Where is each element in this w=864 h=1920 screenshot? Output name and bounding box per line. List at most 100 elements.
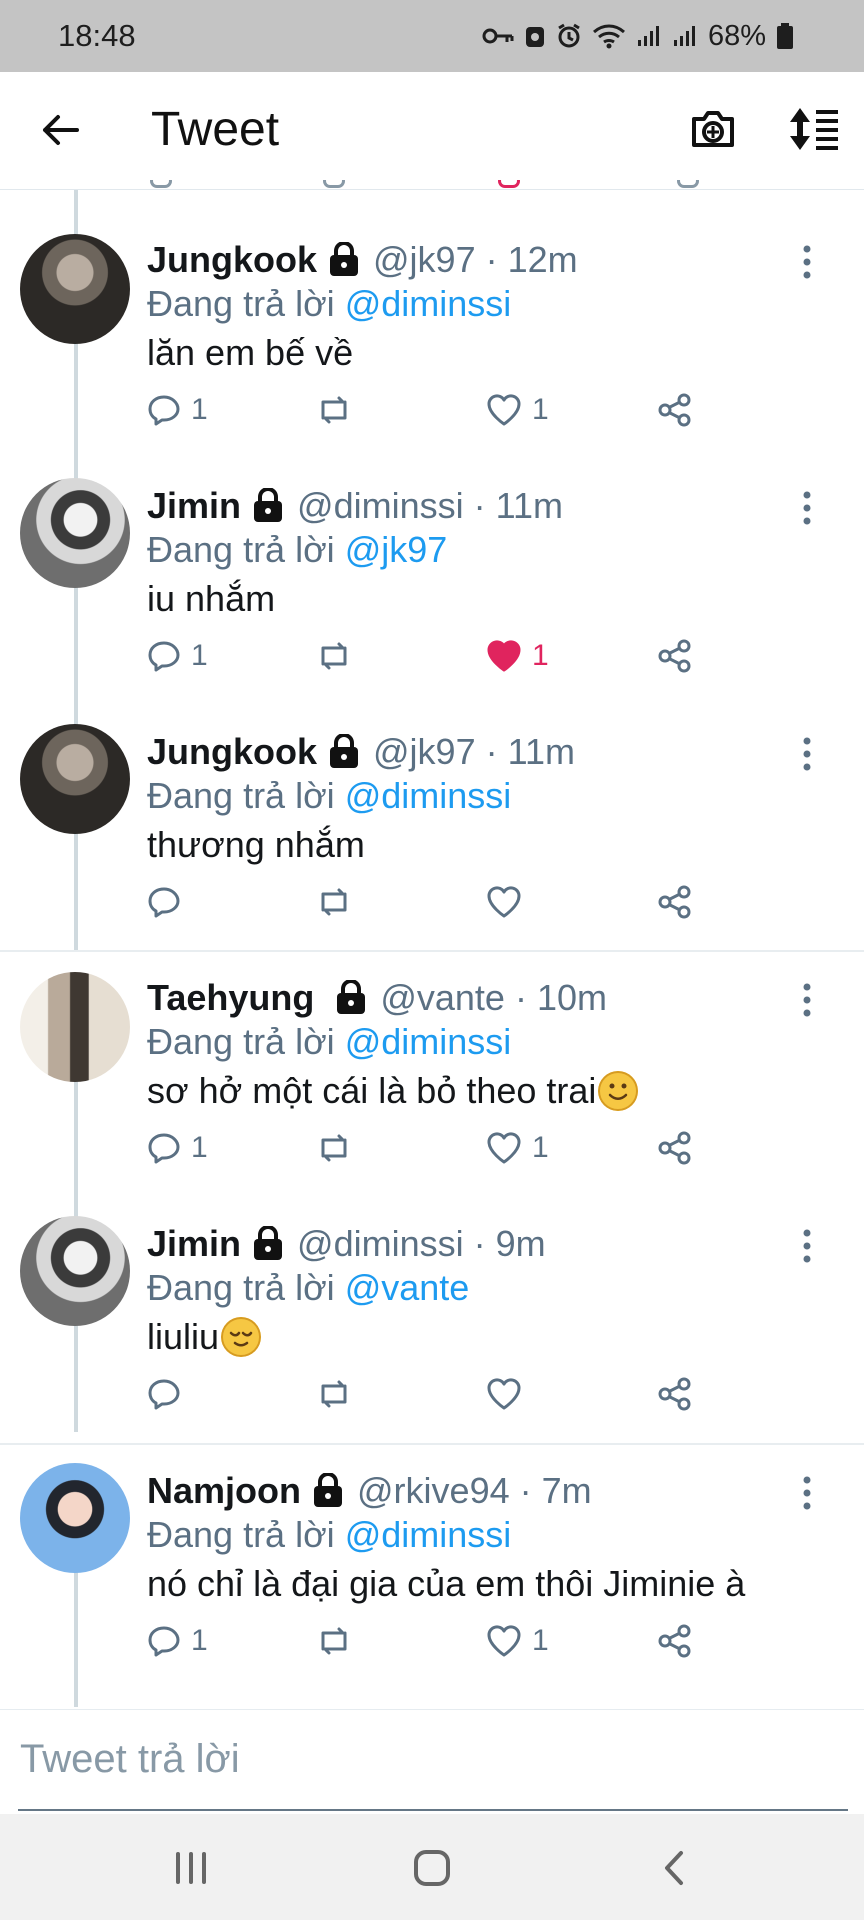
like-button[interactable]: 1 [486,1621,549,1661]
share-icon [658,393,691,427]
more-button[interactable] [800,736,814,772]
lock-icon [330,242,359,276]
mention-link[interactable]: @vante [345,1267,470,1308]
tweet-actions: 1 1 [147,390,707,430]
share-button[interactable] [657,1374,693,1414]
author-name[interactable]: Jimin [147,484,241,528]
like-button[interactable]: 1 [486,390,549,430]
avatar[interactable] [20,1463,130,1573]
reply-button[interactable] [147,1374,191,1414]
like-button[interactable] [486,1374,532,1414]
mention-link[interactable]: @diminssi [345,283,512,324]
author-name[interactable]: Taehyung [147,976,314,1020]
author-name[interactable]: Jungkook [147,730,317,774]
retweet-button[interactable] [315,1374,353,1414]
heart-filled-icon [487,640,521,672]
tweet-actions: 1 1 [147,1621,707,1661]
retweet-icon [321,1380,347,1408]
retweet-button[interactable] [315,1128,353,1168]
share-button[interactable] [657,636,693,676]
page-title: Tweet [151,103,280,156]
replying-to: Đang trả lời @diminssi [147,775,512,816]
retweet-button[interactable] [315,1621,353,1661]
retweet-button[interactable] [315,390,353,430]
share-icon [658,1131,691,1165]
reply-icon [148,1379,180,1410]
lock-icon [254,1226,283,1260]
recycle-icon [525,27,544,47]
back-button[interactable] [36,106,84,154]
tweet-text: lăn em bế về [147,332,354,373]
share-button[interactable] [657,1621,693,1661]
author-name[interactable]: Jungkook [147,238,317,282]
reply-input[interactable] [18,1730,852,1788]
more-vertical-icon [803,1229,811,1263]
mention-link[interactable]: @diminssi [345,1021,512,1062]
retweet-button[interactable] [315,882,353,922]
status-bar: 18:48 68% [0,0,864,72]
heart-icon [487,1625,521,1657]
more-button[interactable] [800,490,814,526]
share-icon [658,1624,691,1658]
heart-icon [487,1132,521,1164]
avatar[interactable] [20,972,130,1082]
recent-apps-icon [176,1852,206,1884]
reply-button[interactable]: 1 [147,636,208,676]
author-name[interactable]: Jimin [147,1222,241,1266]
system-nav-bar [0,1814,864,1920]
like-button[interactable]: 1 [486,636,549,676]
share-icon [658,639,691,673]
avatar[interactable] [20,234,130,344]
share-button[interactable] [657,390,693,430]
retweet-icon [321,888,347,916]
reply-composer [0,1709,864,1812]
like-button[interactable]: 1 [486,1128,549,1168]
more-button[interactable] [800,244,814,280]
signal-icon [637,26,659,46]
slight-smile-emoji-icon [598,1071,639,1111]
tweet-actions [147,882,707,922]
avatar[interactable] [20,724,130,834]
more-button[interactable] [800,1475,814,1511]
key-icon [482,28,514,44]
tweet-text: nó chỉ là đại gia của em thôi Jiminie à [147,1563,746,1604]
share-button[interactable] [657,882,693,922]
sort-button[interactable] [786,104,842,154]
share-button[interactable] [657,1128,693,1168]
mention-link[interactable]: @diminssi [345,775,512,816]
retweet-button[interactable] [315,636,353,676]
mention-link[interactable]: @jk97 [345,529,448,570]
retweet-icon [321,642,347,670]
more-button[interactable] [800,982,814,1018]
tweet-author-line: Jimin @diminssi · 9m [147,1222,546,1266]
reply-button[interactable]: 1 [147,1621,208,1661]
reply-button[interactable]: 1 [147,390,208,430]
status-time: 18:48 [58,18,136,53]
reply-count: 1 [191,639,208,672]
more-button[interactable] [800,1228,814,1264]
recent-apps-button[interactable] [166,1848,216,1888]
tweet-text: sơ hở một cái là bỏ theo trai [147,1070,597,1111]
alarm-icon [558,23,580,48]
like-button[interactable] [486,882,532,922]
back-nav-button[interactable] [650,1848,700,1888]
author-name[interactable]: Namjoon [147,1469,301,1513]
camera-button[interactable] [688,104,738,154]
more-vertical-icon [803,737,811,771]
replying-to: Đang trả lời @diminssi [147,1021,512,1062]
reply-input-underline [18,1809,848,1811]
reply-button[interactable] [147,882,191,922]
retweet-icon [321,1134,347,1162]
previous-tweet-actions [0,180,864,194]
reply-icon [148,395,180,426]
mention-link[interactable]: @diminssi [345,1514,512,1555]
avatar[interactable] [20,478,130,588]
reply-button[interactable]: 1 [147,1128,208,1168]
battery-icon [777,23,793,49]
home-button[interactable] [407,1848,457,1888]
more-vertical-icon [803,983,811,1017]
author-handle-time: @jk97 · 12m [373,239,578,280]
avatar[interactable] [20,1216,130,1326]
like-count: 1 [532,1131,549,1164]
reply-icon [148,641,180,672]
